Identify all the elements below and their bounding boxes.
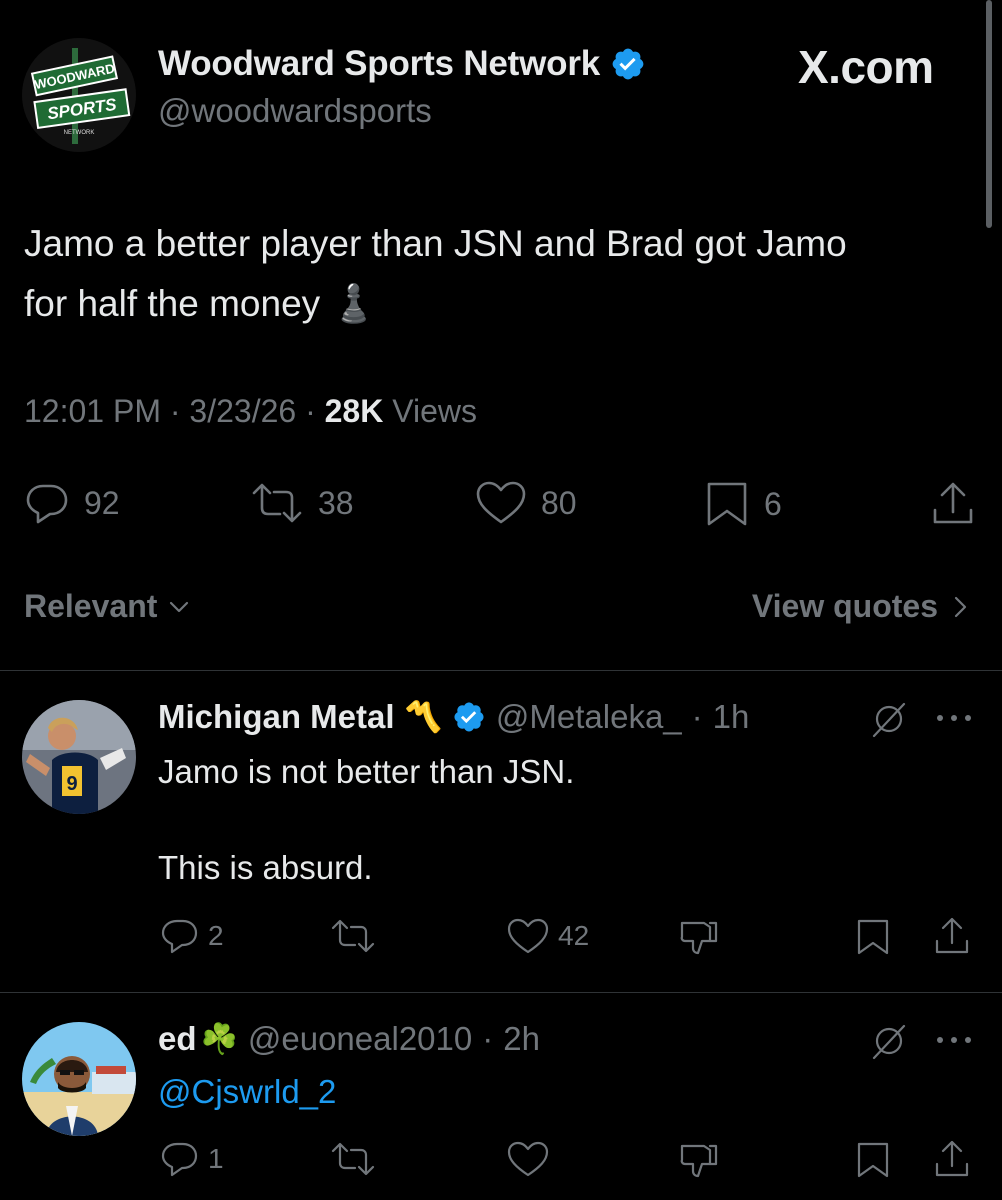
reply-author-name[interactable]: ed (158, 1020, 197, 1058)
x-watermark: X.com (798, 41, 934, 93)
share-button[interactable] (932, 915, 972, 957)
downvote-button[interactable] (678, 917, 720, 957)
divider (0, 670, 1002, 671)
heart-icon (476, 481, 526, 524)
woodward-sports-logo: WOODWARD SPORTS NETWORK (22, 38, 136, 152)
like-button[interactable]: 80 (475, 480, 577, 526)
sort-label: Relevant (24, 588, 158, 624)
reply-text: Jamo is not better than JSN. This is abs… (158, 748, 574, 892)
reply-button[interactable]: 1 (160, 1140, 224, 1178)
tweet-date[interactable]: 3/23/26 (189, 393, 296, 429)
like-button[interactable] (506, 1140, 558, 1178)
repost-count: 38 (318, 484, 354, 521)
reply-button[interactable]: 92 (24, 480, 120, 526)
views-label: Views (392, 393, 477, 429)
like-count: 42 (558, 920, 590, 951)
verified-badge-icon (454, 702, 484, 732)
author-name[interactable]: Woodward Sports Network (158, 44, 646, 84)
mention-link[interactable]: @Cjswrld_2 (158, 1073, 336, 1110)
like-count: 80 (541, 484, 577, 521)
more-icon (937, 715, 971, 721)
bookmark-button[interactable] (854, 917, 892, 957)
repost-button[interactable] (330, 1140, 384, 1178)
grok-button[interactable] (870, 1022, 908, 1060)
share-button[interactable] (932, 1138, 972, 1180)
reply-text-line1: Jamo is not better than JSN. (158, 753, 575, 790)
view-quotes-label: View quotes (751, 588, 938, 624)
reply-author-name[interactable]: Michigan Metal (158, 698, 395, 736)
author-handle[interactable]: @woodwardsports (158, 92, 432, 130)
reply-time[interactable]: 2h (503, 1020, 540, 1058)
repost-button[interactable]: 38 (250, 480, 354, 526)
reply-count: 92 (84, 484, 120, 521)
thumbs-down-icon (680, 921, 718, 955)
avatar-photo-michigan-metal: 9 (22, 700, 136, 814)
bookmark-icon (857, 919, 889, 955)
time-separator: · (482, 1020, 494, 1057)
bookmark-icon (857, 1142, 889, 1178)
bookmark-button[interactable] (854, 1140, 892, 1180)
thumbs-down-icon (680, 1144, 718, 1178)
verified-badge-icon (612, 48, 644, 80)
time-separator: · (691, 698, 703, 735)
views-count: 28K (324, 393, 384, 429)
reply-avatar[interactable]: 9 (22, 700, 136, 814)
bookmark-icon (707, 482, 747, 526)
tweet-text-line2: for half the money ♟️ (24, 283, 377, 324)
reply-count: 2 (208, 920, 224, 951)
repost-icon (331, 1142, 375, 1176)
author-name-text: Woodward Sports Network (158, 44, 601, 83)
share-icon (933, 482, 973, 524)
reply-header: Michigan Metal 〽️ @Metaleka_ · 1h (158, 698, 749, 736)
grok-button[interactable] (870, 700, 908, 738)
scrollbar[interactable] (986, 0, 992, 228)
more-options-button[interactable] (934, 1030, 974, 1050)
more-icon (937, 1037, 971, 1043)
avatar-photo-ed (22, 1022, 136, 1136)
tweet-meta: 12:01 PM · 3/23/26 · 28K Views (24, 393, 477, 430)
repost-icon (331, 919, 375, 953)
svg-text:9: 9 (66, 773, 77, 795)
chevron-right-icon (954, 596, 967, 617)
reply-button[interactable]: 2 (160, 917, 224, 955)
meta-separator: · (305, 393, 316, 429)
view-quotes-link[interactable]: View quotes (752, 588, 972, 625)
reply-icon (26, 484, 68, 524)
bookmark-button[interactable]: 6 (704, 480, 782, 528)
downvote-button[interactable] (678, 1140, 720, 1180)
bookmark-count: 6 (764, 485, 782, 522)
share-button[interactable] (930, 480, 976, 528)
repost-button[interactable] (330, 917, 384, 955)
reply-icon (161, 1142, 198, 1177)
heart-icon (507, 918, 549, 954)
author-avatar[interactable]: WOODWARD SPORTS NETWORK (22, 38, 136, 152)
share-icon (935, 917, 969, 954)
reply-author-handle[interactable]: @euoneal2010 (248, 1020, 472, 1058)
maize-m-badge: 〽️ (404, 700, 442, 734)
share-icon (935, 1140, 969, 1177)
reply-avatar[interactable] (22, 1022, 136, 1136)
like-button[interactable]: 42 (506, 917, 589, 955)
reply-text: @Cjswrld_2 (158, 1068, 336, 1116)
heart-icon (507, 1141, 549, 1177)
reply-count: 1 (208, 1143, 224, 1174)
reply-author-handle[interactable]: @Metaleka_ (496, 698, 682, 736)
repost-icon (252, 483, 302, 523)
reply-header: ed ☘️ @euoneal2010 · 2h (158, 1020, 540, 1058)
reply-icon (161, 919, 198, 954)
tweet-text: Jamo a better player than JSN and Brad g… (24, 214, 989, 334)
divider (0, 992, 1002, 993)
logo-text-small: NETWORK (64, 130, 95, 136)
reply-time[interactable]: 1h (713, 698, 750, 736)
tweet-time[interactable]: 12:01 PM (24, 393, 161, 429)
shamrock-badge: ☘️ (200, 1022, 238, 1056)
tweet-text-line1: Jamo a better player than JSN and Brad g… (24, 223, 847, 264)
sort-dropdown[interactable]: Relevant (24, 588, 191, 625)
grok-icon (872, 702, 906, 738)
reply-text-line2: This is absurd. (158, 849, 373, 886)
meta-separator: · (169, 393, 181, 429)
more-options-button[interactable] (934, 708, 974, 728)
grok-icon (872, 1024, 906, 1060)
chevron-down-icon (170, 601, 189, 612)
